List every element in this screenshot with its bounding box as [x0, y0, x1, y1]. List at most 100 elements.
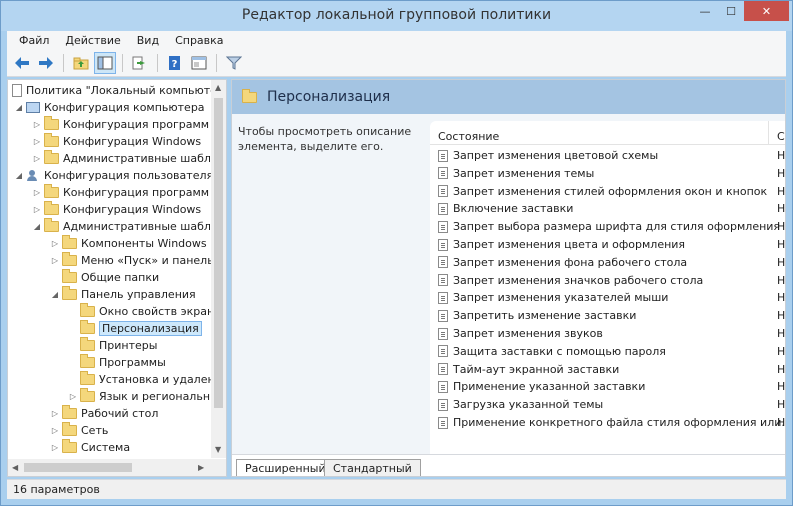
expand-arrow-icon[interactable]: ▷: [68, 392, 78, 401]
minimize-button[interactable]: —: [692, 1, 718, 21]
list-item[interactable]: Запретить изменение заставки Н: [430, 307, 785, 324]
tree-item-display-props[interactable]: Окно свойств экрана: [68, 303, 213, 320]
forward-button[interactable]: [35, 52, 57, 74]
list-item-state: Н: [777, 202, 786, 216]
tree-item-printers[interactable]: Принтеры: [68, 337, 157, 354]
collapse-arrow-icon[interactable]: ◢: [50, 290, 60, 299]
list-item[interactable]: Защита заставки с помощью пароля Н: [430, 343, 785, 360]
tree-item-system[interactable]: ▷ Система: [50, 439, 130, 456]
close-button[interactable]: ✕: [744, 1, 789, 21]
tree-label: Компоненты Windows: [81, 237, 207, 250]
list-item[interactable]: Запрет изменения темы Н: [430, 165, 785, 182]
tree-item-shared-folders[interactable]: Общие папки: [50, 269, 159, 286]
menu-help[interactable]: Справка: [167, 34, 231, 47]
tab-extended[interactable]: Расширенный: [236, 459, 335, 476]
policy-setting-icon: [438, 202, 448, 215]
tree-item-cc-programs[interactable]: ▷ Конфигурация программ: [32, 116, 209, 133]
list-item[interactable]: Запрет изменения стилей оформления окон …: [430, 183, 785, 200]
tree-item-add-remove[interactable]: Установка и удаление: [68, 371, 213, 388]
tree-item-computer-config[interactable]: ◢ Конфигурация компьютера: [14, 99, 205, 116]
tree-item-personalization[interactable]: Персонализация: [68, 320, 202, 337]
list-item[interactable]: Загрузка указанной темы Н: [430, 396, 785, 413]
expand-arrow-icon[interactable]: ▷: [50, 409, 60, 418]
details-title: Персонализация: [267, 89, 391, 105]
list-item[interactable]: Запрет изменения указателей мыши Н: [430, 289, 785, 306]
maximize-button[interactable]: ☐: [718, 1, 744, 21]
tree-item-uc-admin[interactable]: ◢ Административные шаблоны: [32, 218, 213, 235]
scroll-down-icon[interactable]: ▼: [215, 445, 221, 454]
list-item[interactable]: Запрет изменения цвета и оформления Н: [430, 236, 786, 253]
expand-arrow-icon[interactable]: ▷: [32, 188, 42, 197]
svg-text:?: ?: [172, 59, 178, 70]
tree-item-uc-windows[interactable]: ▷ Конфигурация Windows: [32, 201, 201, 218]
tab-standard[interactable]: Стандартный: [324, 459, 421, 476]
tree-vertical-scrollbar[interactable]: ▲ ▼: [211, 80, 226, 458]
expand-arrow-icon[interactable]: ▷: [50, 239, 60, 248]
list-item[interactable]: Запрет изменения значков рабочего стола Н: [430, 272, 785, 289]
properties-button[interactable]: [188, 52, 210, 74]
tree-item-region-lang[interactable]: ▷ Язык и региональные: [68, 388, 213, 405]
tree-item-control-panel[interactable]: ◢ Панель управления: [50, 286, 196, 303]
folder-icon: [62, 422, 77, 436]
list-item-name: Тайм-аут экранной заставки: [453, 362, 620, 376]
column-header-other[interactable]: С: [777, 130, 785, 143]
export-button[interactable]: [129, 52, 151, 74]
tree-item-root[interactable]: Политика "Локальный компьютер": [12, 82, 213, 99]
expand-arrow-icon[interactable]: ▷: [32, 205, 42, 214]
settings-list[interactable]: Состояние С Запрет изменения цветовой сх…: [430, 121, 786, 454]
list-item-state: Н: [777, 238, 786, 251]
tree-item-uc-programs[interactable]: ▷ Конфигурация программ: [32, 184, 209, 201]
list-item[interactable]: Запрет изменения фона рабочего стола Н: [430, 254, 785, 271]
title-bar[interactable]: Редактор локальной групповой политики — …: [1, 1, 792, 31]
scroll-thumb[interactable]: [214, 98, 223, 408]
help-button[interactable]: ?: [164, 52, 186, 74]
collapse-arrow-icon[interactable]: ◢: [14, 103, 24, 112]
list-item[interactable]: Применение конкретного файла стиля оформ…: [430, 414, 785, 431]
list-item[interactable]: Включение заставки Н: [430, 200, 786, 217]
filter-button[interactable]: [223, 52, 245, 74]
expand-arrow-icon[interactable]: ▷: [50, 256, 60, 265]
folder-icon: [80, 371, 95, 385]
scroll-left-icon[interactable]: ◀: [12, 463, 18, 472]
back-button[interactable]: [11, 52, 33, 74]
column-header-state[interactable]: Состояние: [438, 130, 499, 143]
policy-setting-icon: [438, 345, 448, 358]
scroll-right-icon[interactable]: ▶: [198, 463, 204, 472]
menu-file[interactable]: Файл: [11, 34, 57, 47]
tree-item-network[interactable]: ▷ Сеть: [50, 422, 108, 439]
tree-horizontal-scrollbar[interactable]: ◀ ▶: [8, 459, 226, 476]
list-item[interactable]: Применение указанной заставки Н: [430, 378, 785, 395]
tree-item-win-components[interactable]: ▷ Компоненты Windows: [50, 235, 207, 252]
collapse-arrow-icon[interactable]: ◢: [32, 222, 42, 231]
list-item[interactable]: Запрет выбора размера шрифта для стиля о…: [430, 218, 785, 235]
view-tabs: Расширенный Стандартный: [232, 454, 785, 476]
tree-item-user-config[interactable]: ◢ Конфигурация пользователя: [14, 167, 213, 184]
expand-arrow-icon[interactable]: ▷: [50, 443, 60, 452]
menu-view[interactable]: Вид: [129, 34, 167, 47]
tree-item-desktop[interactable]: ▷ Рабочий стол: [50, 405, 158, 422]
up-folder-icon: [73, 57, 89, 69]
expand-arrow-icon[interactable]: ▷: [32, 120, 42, 129]
list-item[interactable]: Запрет изменения звуков Н: [430, 325, 785, 342]
list-item[interactable]: Тайм-аут экранной заставки Н: [430, 361, 785, 378]
folder-icon: [44, 184, 59, 198]
scroll-thumb[interactable]: [24, 463, 132, 472]
tree-item-programs[interactable]: Программы: [68, 354, 166, 371]
list-item[interactable]: Запрет изменения цветовой схемы Н: [430, 147, 785, 164]
tree-item-cc-admin[interactable]: ▷ Административные шаблоны: [32, 150, 213, 167]
show-tree-button[interactable]: [94, 51, 116, 74]
up-folder-button[interactable]: [70, 52, 92, 74]
collapse-arrow-icon[interactable]: ◢: [14, 171, 24, 180]
console-tree[interactable]: Политика "Локальный компьютер" ◢ Конфигу…: [7, 79, 227, 477]
tree-item-start-menu[interactable]: ▷ Меню «Пуск» и панель задач: [50, 252, 213, 269]
scroll-up-icon[interactable]: ▲: [215, 83, 221, 92]
list-item-name: Запретить изменение заставки: [453, 309, 637, 323]
expand-arrow-icon[interactable]: ▷: [50, 426, 60, 435]
tree-item-cc-windows[interactable]: ▷ Конфигурация Windows: [32, 133, 201, 150]
column-divider[interactable]: [768, 121, 769, 145]
details-header: Персонализация: [232, 80, 785, 114]
expand-arrow-icon[interactable]: ▷: [32, 154, 42, 163]
window-title: Редактор локальной групповой политики: [241, 7, 552, 23]
expand-arrow-icon[interactable]: ▷: [32, 137, 42, 146]
menu-action[interactable]: Действие: [57, 34, 128, 47]
